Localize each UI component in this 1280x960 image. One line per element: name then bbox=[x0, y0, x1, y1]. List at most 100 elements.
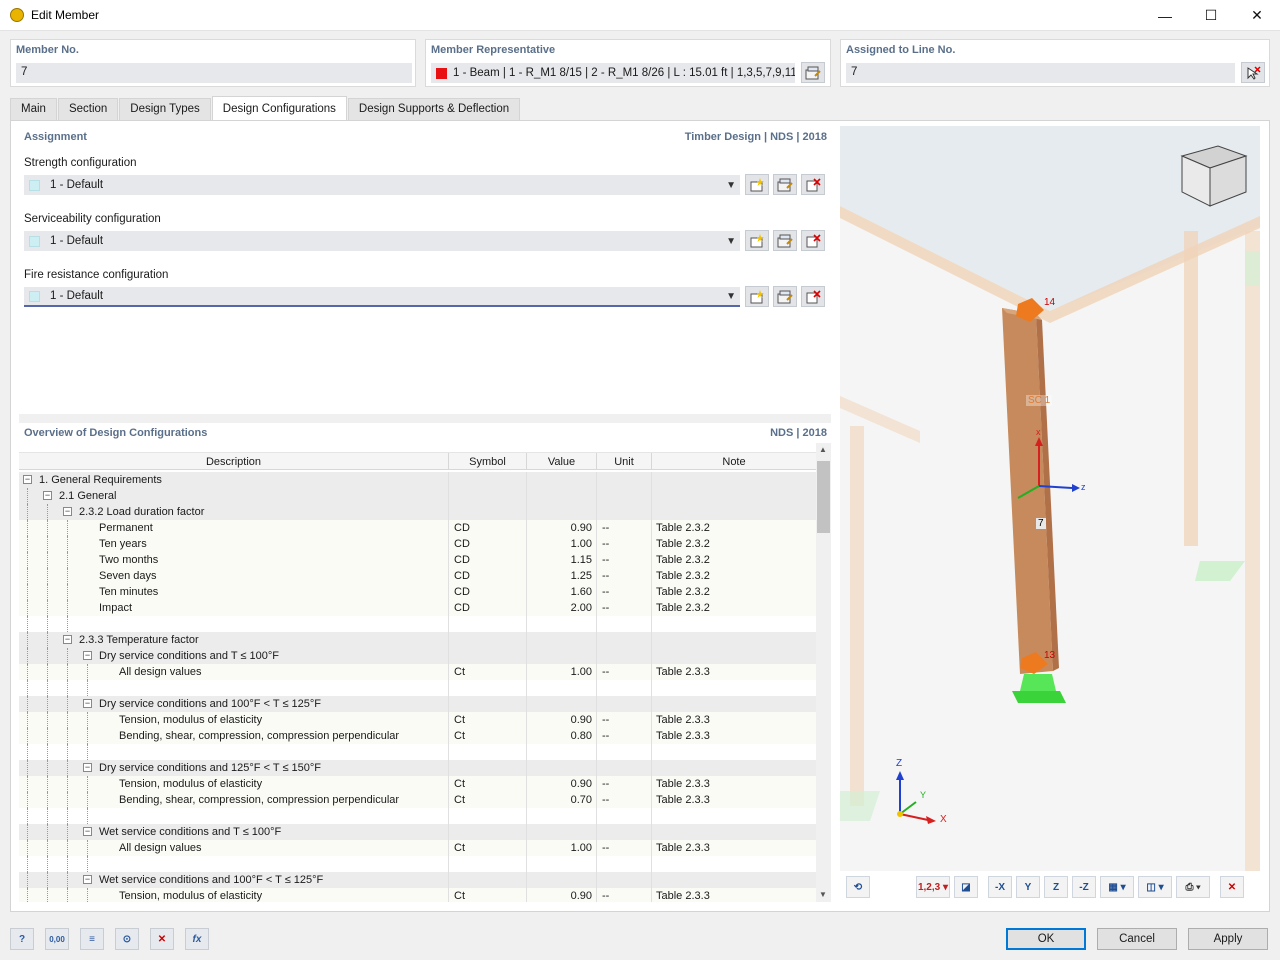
collapse-icon[interactable]: − bbox=[23, 475, 32, 484]
cell-value[interactable]: 1.00 bbox=[527, 840, 597, 856]
edit-member-rep-button[interactable] bbox=[801, 62, 825, 83]
cell-value[interactable] bbox=[527, 680, 597, 696]
formula-icon[interactable]: fx bbox=[185, 928, 209, 950]
cell-value[interactable] bbox=[527, 872, 597, 888]
cell-value[interactable] bbox=[527, 616, 597, 632]
delete-icon[interactable]: ✕ bbox=[150, 928, 174, 950]
table-row[interactable] bbox=[19, 744, 816, 760]
tab-design-configurations[interactable]: Design Configurations bbox=[211, 96, 347, 120]
table-group-row[interactable]: − Dry service conditions and 100°F < T ≤ … bbox=[19, 696, 816, 712]
member-rep-field[interactable]: 1 - Beam | 1 - R_M1 8/15 | 2 - R_M1 8/26… bbox=[431, 63, 795, 83]
view-minus-z-icon[interactable]: -Z bbox=[1072, 876, 1096, 898]
cancel-button[interactable]: Cancel bbox=[1097, 928, 1177, 950]
tab-main[interactable]: Main bbox=[10, 98, 57, 120]
collapse-icon[interactable]: − bbox=[83, 651, 92, 660]
minimize-button[interactable]: — bbox=[1142, 0, 1188, 31]
table-row[interactable]: Seven days CD 1.25 -- Table 2.3.2 bbox=[19, 568, 816, 584]
results-icon[interactable]: ◪ bbox=[954, 876, 978, 898]
render-mode-icon[interactable]: ▦ ▾ bbox=[1100, 876, 1134, 898]
table-row[interactable]: Bending, shear, compression, compression… bbox=[19, 728, 816, 744]
maximize-button[interactable]: ☐ bbox=[1188, 0, 1234, 31]
cell-value[interactable] bbox=[527, 856, 597, 872]
table-row[interactable]: All design values Ct 1.00 -- Table 2.3.3 bbox=[19, 840, 816, 856]
cell-value[interactable]: 0.90 bbox=[527, 520, 597, 536]
delete-config-button[interactable] bbox=[801, 286, 825, 307]
collapse-icon[interactable]: − bbox=[83, 699, 92, 708]
scrollbar-thumb[interactable] bbox=[817, 461, 830, 533]
col-unit[interactable]: Unit bbox=[597, 453, 652, 469]
scroll-down-icon[interactable]: ▼ bbox=[819, 890, 827, 899]
cell-value[interactable]: 0.90 bbox=[527, 776, 597, 792]
cell-value[interactable] bbox=[527, 808, 597, 824]
table-row[interactable] bbox=[19, 856, 816, 872]
cell-value[interactable]: 1.60 bbox=[527, 584, 597, 600]
reset-view-icon[interactable]: ✕ bbox=[1220, 876, 1244, 898]
table-row[interactable]: All design values Ct 1.00 -- Table 2.3.3 bbox=[19, 664, 816, 680]
cell-value[interactable] bbox=[527, 824, 597, 840]
tab-design-supports-deflection[interactable]: Design Supports & Deflection bbox=[347, 98, 521, 120]
tab-design-types[interactable]: Design Types bbox=[119, 98, 211, 120]
cell-value[interactable] bbox=[527, 760, 597, 776]
collapse-icon[interactable]: − bbox=[43, 491, 52, 500]
delete-config-button[interactable] bbox=[801, 230, 825, 251]
edit-config-button[interactable] bbox=[773, 174, 797, 195]
cell-value[interactable] bbox=[527, 472, 597, 488]
view-minus-x-icon[interactable]: -X bbox=[988, 876, 1012, 898]
help-icon[interactable]: ? bbox=[10, 928, 34, 950]
serviceability-config-select[interactable]: 1 - Default ▼ bbox=[24, 231, 740, 251]
cell-value[interactable] bbox=[527, 632, 597, 648]
new-config-button[interactable] bbox=[745, 286, 769, 307]
bottom-support[interactable] bbox=[1012, 691, 1066, 703]
collapse-icon[interactable]: − bbox=[83, 763, 92, 772]
table-group-row[interactable]: − Dry service conditions and T ≤ 100°F bbox=[19, 648, 816, 664]
fire-config-select[interactable]: 1 - Default ▼ bbox=[24, 287, 740, 307]
table-row[interactable]: Bending, shear, compression, compression… bbox=[19, 792, 816, 808]
table-row[interactable] bbox=[19, 616, 816, 632]
table-group-row[interactable]: − Dry service conditions and 125°F < T ≤ … bbox=[19, 760, 816, 776]
units-icon[interactable]: 0,00 bbox=[45, 928, 69, 950]
cell-value[interactable]: 1.15 bbox=[527, 552, 597, 568]
print-icon[interactable]: ⎙ ▾ bbox=[1176, 876, 1210, 898]
table-group-row[interactable]: −2.3.3 Temperature factor bbox=[19, 632, 816, 648]
cell-value[interactable] bbox=[527, 488, 597, 504]
info-icon[interactable]: ≡ bbox=[80, 928, 104, 950]
table-row[interactable]: Impact CD 2.00 -- Table 2.3.2 bbox=[19, 600, 816, 616]
new-config-button[interactable] bbox=[745, 174, 769, 195]
3d-view[interactable]: 14 13 SC 1 7 x z Z Y X bbox=[840, 126, 1260, 871]
cell-value[interactable]: 0.80 bbox=[527, 728, 597, 744]
table-row[interactable]: Tension, modulus of elasticity Ct 0.90 -- Ta… bbox=[19, 712, 816, 728]
cell-value[interactable]: 1.00 bbox=[527, 664, 597, 680]
collapse-icon[interactable]: − bbox=[83, 827, 92, 836]
table-row[interactable]: Ten minutes CD 1.60 -- Table 2.3.2 bbox=[19, 584, 816, 600]
table-row[interactable]: Tension, modulus of elasticity Ct 0.90 -- Ta… bbox=[19, 888, 816, 902]
ok-button[interactable]: OK bbox=[1006, 928, 1086, 950]
view-icon[interactable]: ⊙ bbox=[115, 928, 139, 950]
cell-value[interactable]: 1.25 bbox=[527, 568, 597, 584]
member-no-field[interactable]: 7 bbox=[16, 63, 412, 83]
col-note[interactable]: Note bbox=[652, 453, 816, 469]
display-mode-icon[interactable]: ◫ ▾ bbox=[1138, 876, 1172, 898]
new-config-button[interactable] bbox=[745, 230, 769, 251]
cell-value[interactable]: 0.70 bbox=[527, 792, 597, 808]
view-z-icon[interactable]: Z bbox=[1044, 876, 1068, 898]
numbering-icon[interactable]: 1,2,3 ▾ bbox=[916, 876, 950, 898]
table-row[interactable]: Two months CD 1.15 -- Table 2.3.2 bbox=[19, 552, 816, 568]
cell-value[interactable]: 0.90 bbox=[527, 888, 597, 902]
col-value[interactable]: Value bbox=[527, 453, 597, 469]
close-button[interactable]: ✕ bbox=[1234, 0, 1280, 31]
cell-value[interactable] bbox=[527, 504, 597, 520]
cell-value[interactable]: 0.90 bbox=[527, 712, 597, 728]
table-row[interactable]: Permanent CD 0.90 -- Table 2.3.2 bbox=[19, 520, 816, 536]
delete-config-button[interactable] bbox=[801, 174, 825, 195]
assigned-line-field[interactable]: 7 bbox=[846, 63, 1235, 83]
cell-value[interactable]: 2.00 bbox=[527, 600, 597, 616]
table-row[interactable] bbox=[19, 808, 816, 824]
table-group-row[interactable]: −1. General Requirements bbox=[19, 472, 816, 488]
cell-value[interactable] bbox=[527, 648, 597, 664]
collapse-icon[interactable]: − bbox=[63, 635, 72, 644]
scroll-up-icon[interactable]: ▲ bbox=[819, 445, 827, 454]
edit-config-button[interactable] bbox=[773, 286, 797, 307]
table-group-row[interactable]: −2.3.2 Load duration factor bbox=[19, 504, 816, 520]
strength-config-select[interactable]: 1 - Default ▼ bbox=[24, 175, 740, 195]
pick-line-button[interactable] bbox=[1241, 62, 1265, 83]
